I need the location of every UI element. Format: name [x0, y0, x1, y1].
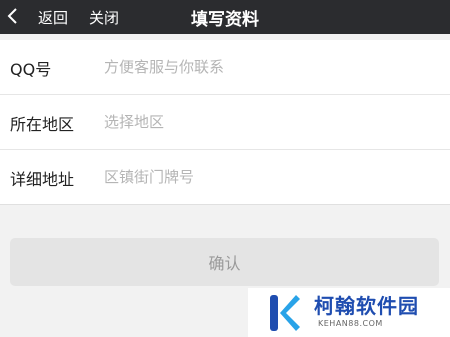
- form-row-region: 所在地区: [0, 95, 450, 150]
- profile-form: QQ号 所在地区 详细地址: [0, 40, 450, 205]
- confirm-button[interactable]: 确认: [10, 238, 439, 286]
- form-row-address: 详细地址: [0, 150, 450, 205]
- qq-input[interactable]: [104, 52, 434, 82]
- address-input[interactable]: [104, 162, 434, 192]
- form-row-qq: QQ号: [0, 40, 450, 95]
- qq-label: QQ号: [10, 60, 52, 79]
- page-title: 填写资料: [191, 10, 259, 30]
- region-label: 所在地区: [10, 115, 75, 134]
- watermark-brand: 柯翰软件园: [314, 294, 419, 318]
- watermark: 柯翰软件园 KEHAN88.COM: [248, 288, 450, 337]
- kehan-logo-icon: [270, 295, 300, 331]
- top-nav-bar: 返回 关闭 填写资料: [0, 0, 450, 34]
- region-input[interactable]: [104, 107, 434, 137]
- watermark-domain: KEHAN88.COM: [318, 319, 383, 328]
- address-label: 详细地址: [10, 170, 75, 189]
